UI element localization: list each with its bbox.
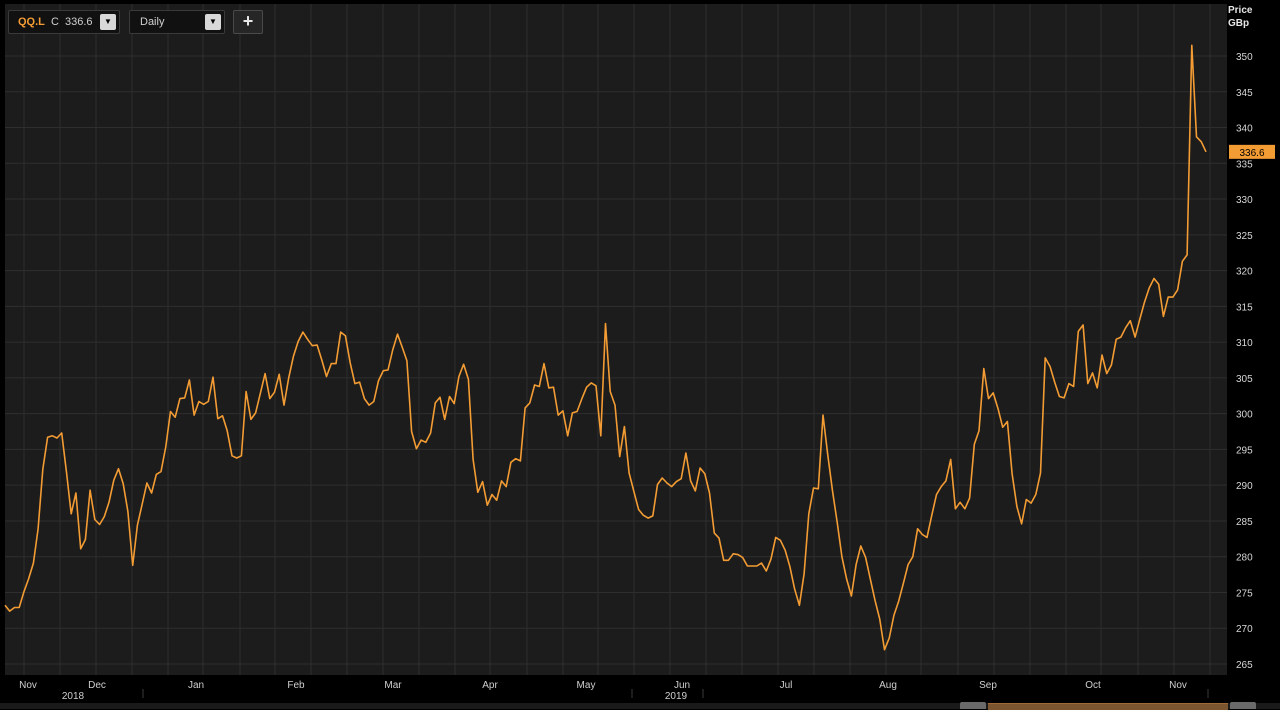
instrument-ric: QQ.L xyxy=(18,16,45,28)
y-tick-label: 265 xyxy=(1236,660,1253,671)
scrollbar-right-handle[interactable] xyxy=(1230,702,1256,709)
price-axis-unit: GBp xyxy=(1228,18,1250,29)
y-tick-label: 345 xyxy=(1236,88,1253,99)
x-tick-label: Dec xyxy=(88,680,106,691)
x-tick-label: Feb xyxy=(287,680,305,691)
close-prefix: C xyxy=(50,16,59,28)
x-tick-label: Nov xyxy=(1169,680,1187,691)
x-tick-label: Apr xyxy=(482,680,498,691)
x-tick-label: Mar xyxy=(384,680,402,691)
x-year-label: 2018 xyxy=(62,691,85,702)
y-tick-label: 280 xyxy=(1236,553,1253,564)
y-tick-label: 350 xyxy=(1236,52,1253,63)
interval-selector[interactable]: Daily ▼ xyxy=(129,10,225,34)
y-tick-label: 275 xyxy=(1236,588,1253,599)
x-tick-label: Aug xyxy=(879,680,897,691)
y-tick-label: 335 xyxy=(1236,159,1253,170)
plot-area xyxy=(5,4,1227,675)
last-price-label: 336.6 xyxy=(1239,148,1264,159)
x-year-label: 2019 xyxy=(665,691,688,702)
x-tick-label: Sep xyxy=(979,680,997,691)
y-tick-label: 270 xyxy=(1236,624,1253,635)
x-tick-label: May xyxy=(577,680,596,691)
y-tick-label: 315 xyxy=(1236,302,1253,313)
instrument-dropdown-icon[interactable]: ▼ xyxy=(100,14,116,30)
price-axis-title: Price GBp xyxy=(1228,4,1268,30)
x-tick-label: Jan xyxy=(188,680,204,691)
y-tick-label: 310 xyxy=(1236,338,1253,349)
y-tick-label: 290 xyxy=(1236,481,1253,492)
y-tick-label: 325 xyxy=(1236,231,1253,242)
interval-label: Daily xyxy=(140,16,165,28)
y-tick-label: 330 xyxy=(1236,195,1253,206)
y-tick-label: 320 xyxy=(1236,267,1253,278)
x-tick-label: Oct xyxy=(1085,680,1101,691)
price-axis-label: Price xyxy=(1228,5,1253,16)
y-tick-label: 295 xyxy=(1236,445,1253,456)
instrument-selector[interactable]: QQ.L C 336.6 ▼ xyxy=(8,10,120,34)
x-tick-label: Jun xyxy=(674,680,690,691)
y-tick-label: 340 xyxy=(1236,124,1253,135)
x-tick-label: Jul xyxy=(780,680,793,691)
y-tick-label: 300 xyxy=(1236,410,1253,421)
interval-dropdown-icon[interactable]: ▼ xyxy=(205,14,221,30)
scrollbar-left-handle[interactable] xyxy=(960,702,986,709)
close-value: 336.6 xyxy=(64,16,93,28)
x-tick-label: Nov xyxy=(19,680,37,691)
add-study-button[interactable]: + xyxy=(233,10,263,34)
y-tick-label: 305 xyxy=(1236,374,1253,385)
price-chart[interactable]: 265 270 275 280 285 290 295 300 305 310 315 320 325 3… xyxy=(0,0,1280,709)
y-tick-label: 285 xyxy=(1236,517,1253,528)
